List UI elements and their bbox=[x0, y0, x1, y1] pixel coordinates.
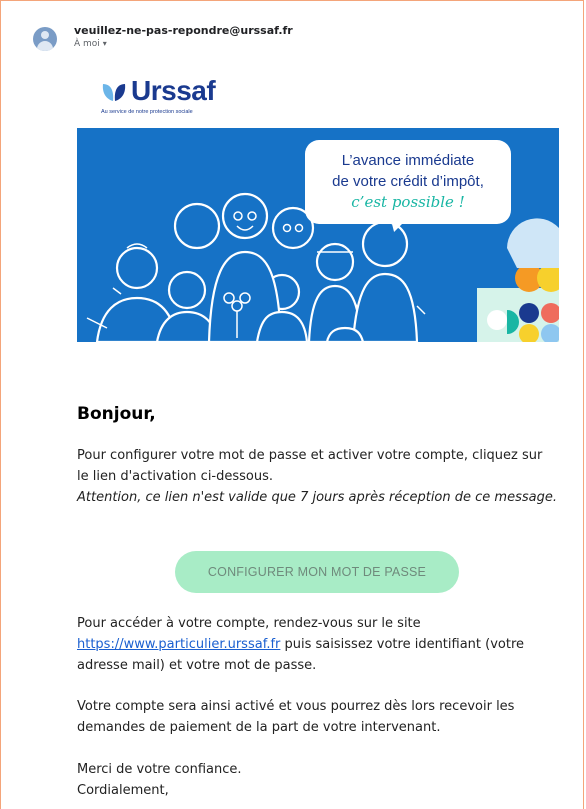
email-frame: veuillez-ne-pas-repondre@urssaf.fr À moi… bbox=[0, 0, 584, 809]
avatar-head bbox=[41, 31, 49, 39]
closing-thanks: Merci de votre confiance. bbox=[77, 762, 242, 777]
banner-line-3: c’est possible ! bbox=[351, 193, 465, 211]
activation-paragraph: Votre compte sera ainsi activé et vous p… bbox=[77, 699, 515, 735]
logo-leaf-icon bbox=[102, 84, 126, 101]
particulier-link[interactable]: https://www.particulier.urssaf.fr bbox=[77, 637, 280, 652]
closing-signoff: Cordialement, bbox=[77, 783, 169, 798]
validity-warning: Attention, ce lien n'est valide que 7 jo… bbox=[77, 490, 557, 505]
configure-password-button[interactable]: CONFIGURER MON MOT DE PASSE bbox=[175, 551, 459, 593]
sender-address[interactable]: veuillez-ne-pas-repondre@urssaf.fr bbox=[74, 24, 293, 37]
speech-bubble: L’avance immédiate de votre crédit d’imp… bbox=[305, 140, 511, 224]
recipient-label: À moi bbox=[74, 39, 100, 49]
access-paragraph: Pour accéder à votre compte, rendez-vous… bbox=[77, 613, 557, 676]
greeting-heading: Bonjour, bbox=[77, 404, 156, 424]
sender-avatar[interactable] bbox=[33, 27, 57, 51]
chevron-down-icon: ▾ bbox=[102, 39, 107, 48]
instructions-paragraph: Pour configurer votre mot de passe et ac… bbox=[77, 448, 543, 484]
recipient-dropdown[interactable]: À moi ▾ bbox=[74, 39, 107, 49]
closing-block: Merci de votre confiance. Cordialement, bbox=[77, 759, 557, 801]
promo-banner: L’avance immédiate de votre crédit d’imp… bbox=[77, 128, 559, 342]
access-text-before: Pour accéder à votre compte, rendez-vous… bbox=[77, 616, 421, 631]
logo-tagline: Au service de notre protection sociale bbox=[101, 109, 193, 115]
banner-line-2: de votre crédit d’impôt, bbox=[332, 173, 484, 190]
logo-wordmark: Urssaf bbox=[131, 75, 216, 106]
banner-line-1: L’avance immédiate bbox=[341, 152, 475, 169]
avatar-body bbox=[37, 41, 53, 51]
